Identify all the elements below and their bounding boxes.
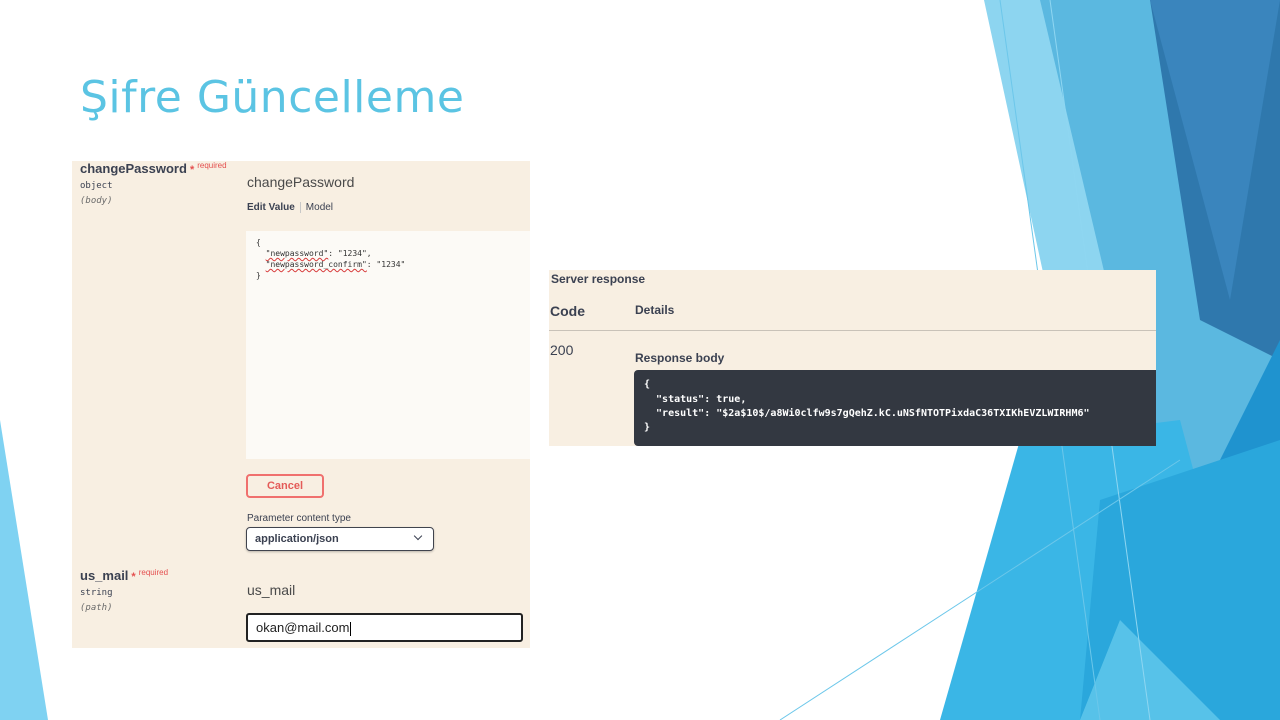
required-label: required [197, 161, 227, 170]
column-header-code: Code [550, 303, 585, 319]
param-location: (path) [80, 603, 113, 613]
code-open-brace: { [256, 238, 261, 247]
response-body-label: Response body [635, 351, 725, 365]
server-response-title: Server response [551, 272, 646, 286]
code-key: "newpassword" [265, 249, 329, 258]
parameters-panel: changePassword * required object (body) ch… [72, 161, 530, 648]
param-name: changePassword [80, 161, 187, 176]
param-type: string [80, 588, 113, 598]
content-type-label: Parameter content type [247, 513, 351, 524]
tab-divider [299, 202, 301, 213]
required-star: * [131, 571, 136, 583]
code-value: : "1234", [328, 249, 372, 258]
column-header-details: Details [635, 303, 675, 317]
param-type: object [80, 181, 113, 191]
slide-title: Şifre Güncelleme [80, 72, 465, 123]
us-mail-value: okan@mail.com [256, 620, 350, 635]
required-star: * [189, 164, 195, 176]
code-close-brace: } [256, 271, 261, 280]
tab-edit-value[interactable]: Edit Value [247, 202, 295, 213]
response-line: } [644, 422, 651, 433]
param-changepassword: changePassword * required [80, 161, 227, 176]
json-body-editor[interactable]: { "newpassword": "1234", "newpassword_co… [246, 231, 530, 459]
response-body-code[interactable]: { "status": true, "result": "$2a$10$/a8W… [634, 370, 1156, 446]
text-caret [350, 621, 352, 636]
tab-model[interactable]: Model [306, 202, 333, 213]
response-line: "status": true, [644, 394, 747, 405]
param-location: (body) [80, 196, 113, 206]
chevron-down-icon [413, 531, 423, 541]
content-type-value: application/json [255, 533, 339, 545]
response-line: "result": "$2a$10$/a8Wi0clfw9s7gQehZ.kC.… [644, 408, 1090, 419]
response-status-code: 200 [550, 342, 574, 358]
cancel-button[interactable]: Cancel [246, 474, 324, 498]
mail-field-heading: us_mail [247, 582, 296, 598]
content-type-select[interactable]: application/json [246, 527, 434, 551]
required-label: required [138, 568, 169, 577]
code-line-newpassword-confirm: "newpassword_confirm": "1234" [256, 260, 406, 269]
code-value: : "1234" [366, 260, 406, 269]
header-divider [549, 330, 1156, 331]
server-response-panel: Server response Code Details 200 Respons… [549, 270, 1156, 446]
body-field-heading: changePassword [247, 174, 355, 190]
response-line: { [644, 379, 651, 390]
param-name: us_mail [80, 568, 129, 583]
code-line-newpassword: "newpassword": "1234", [256, 249, 372, 258]
param-us-mail: us_mail * required [80, 568, 168, 583]
code-key: "newpassword_confirm" [265, 260, 367, 269]
us-mail-input[interactable]: okan@mail.com [246, 613, 523, 642]
value-model-tabs: Edit Value Model [247, 202, 333, 213]
